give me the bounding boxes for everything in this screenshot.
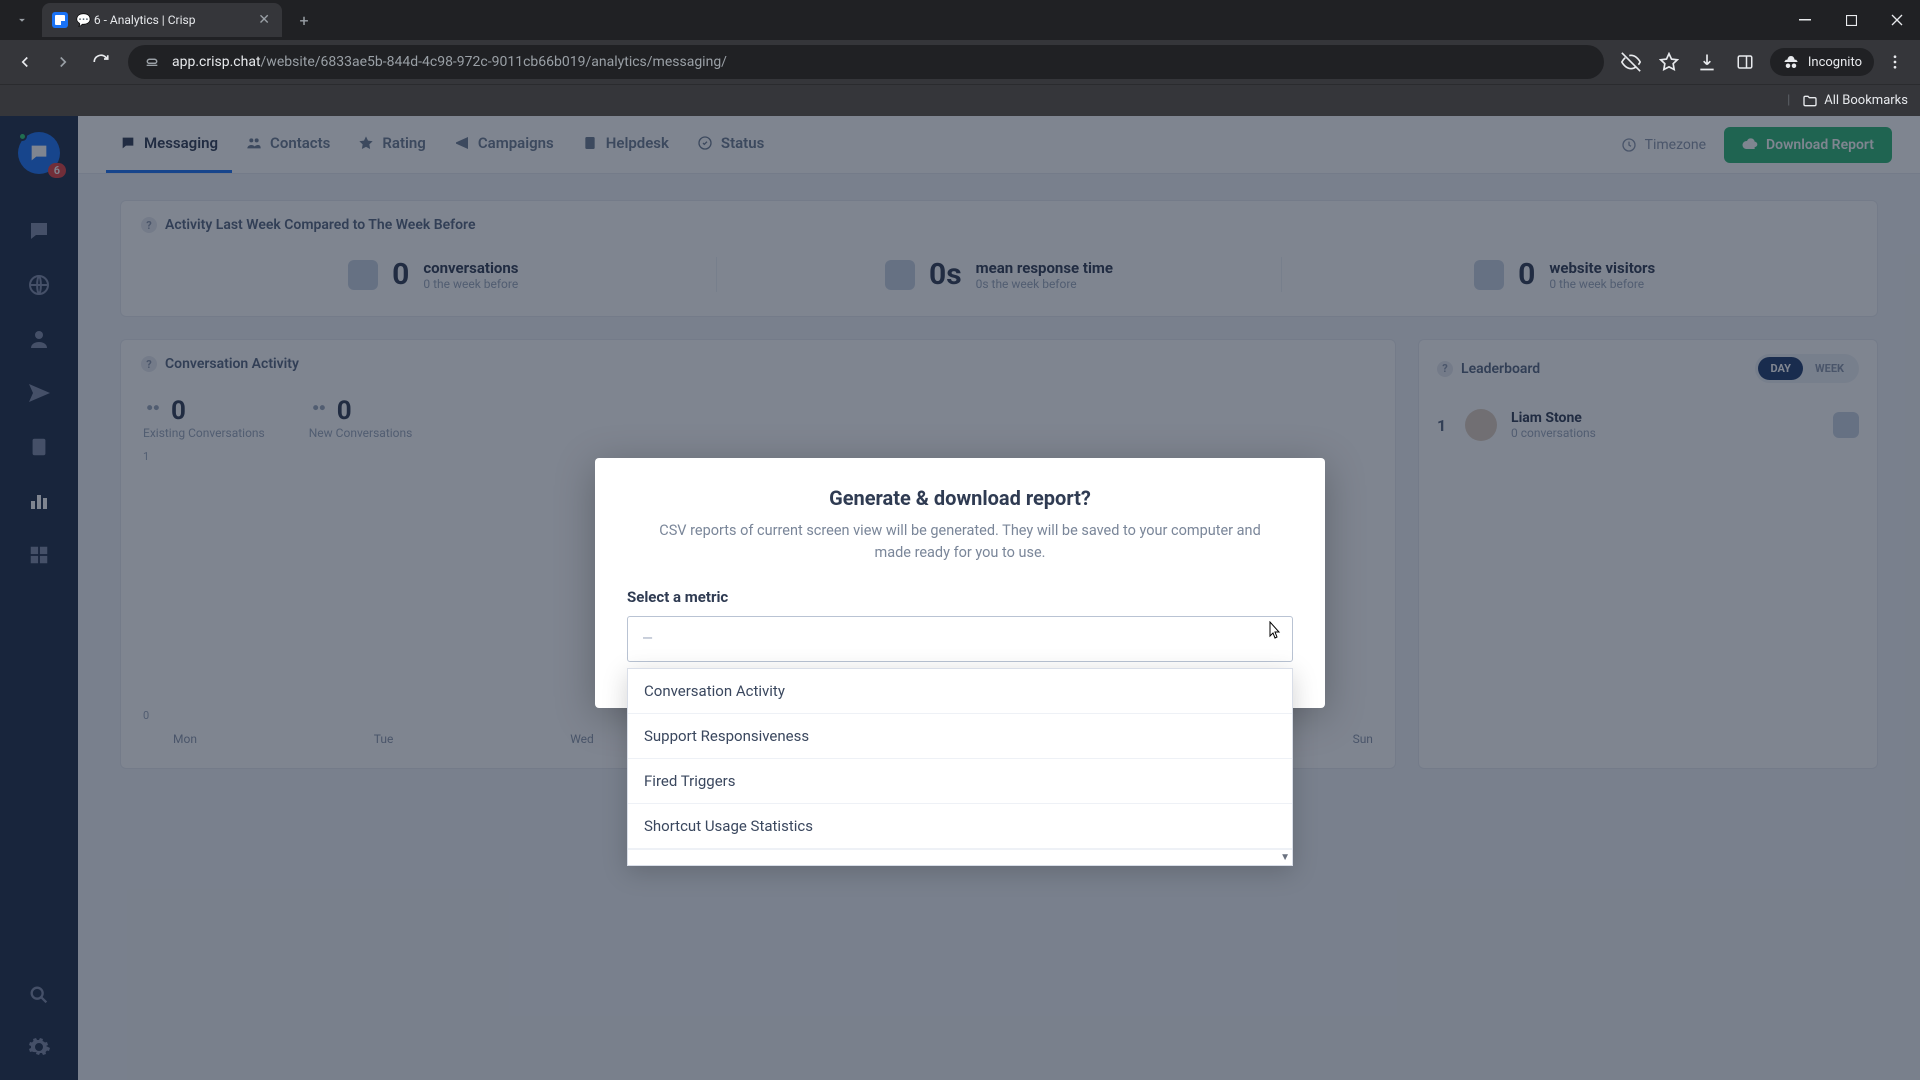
metric-option-conversation-activity[interactable]: Conversation Activity bbox=[628, 669, 1292, 714]
modal-title: Generate & download report? bbox=[627, 486, 1293, 510]
reload-button[interactable] bbox=[84, 45, 118, 79]
incognito-label: Incognito bbox=[1808, 55, 1862, 70]
metric-option-support-responsiveness[interactable]: Support Responsiveness bbox=[628, 714, 1292, 759]
sidepanel-icon[interactable] bbox=[1728, 45, 1762, 79]
folder-icon bbox=[1802, 93, 1818, 109]
browser-titlebar: 💬 6 - Analytics | Crisp ✕ + bbox=[0, 0, 1920, 40]
bookmarks-separator: | bbox=[1787, 93, 1790, 108]
metric-dropdown: Conversation Activity Support Responsive… bbox=[627, 668, 1293, 866]
browser-tab-active[interactable]: 💬 6 - Analytics | Crisp ✕ bbox=[42, 3, 282, 37]
tab-close-icon[interactable]: ✕ bbox=[256, 10, 272, 30]
metric-option-fired-triggers[interactable]: Fired Triggers bbox=[628, 759, 1292, 804]
select-placeholder: — bbox=[642, 631, 653, 647]
back-button[interactable] bbox=[8, 45, 42, 79]
kebab-menu-icon[interactable] bbox=[1878, 45, 1912, 79]
tab-search-dropdown[interactable] bbox=[8, 6, 36, 34]
metric-select[interactable]: — bbox=[627, 616, 1293, 662]
url-path: /website/6833ae5b-844d-4c98-972c-9011cb6… bbox=[261, 54, 727, 70]
bookmarks-bar: | All Bookmarks bbox=[0, 84, 1920, 116]
window-minimize[interactable] bbox=[1782, 0, 1828, 40]
incognito-indicator[interactable]: Incognito bbox=[1770, 48, 1874, 76]
incognito-icon bbox=[1782, 53, 1800, 71]
all-bookmarks-button[interactable]: All Bookmarks bbox=[1802, 93, 1908, 109]
new-tab-button[interactable]: + bbox=[290, 6, 318, 34]
forward-button[interactable] bbox=[46, 45, 80, 79]
metric-option-shortcut-usage[interactable]: Shortcut Usage Statistics bbox=[628, 804, 1292, 849]
modal-description: CSV reports of current screen view will … bbox=[627, 520, 1293, 564]
window-maximize[interactable] bbox=[1828, 0, 1874, 40]
browser-toolbar: app.crisp.chat/website/6833ae5b-844d-4c9… bbox=[0, 40, 1920, 84]
dropdown-scroll-down-arrow[interactable]: ▼ bbox=[628, 849, 1292, 865]
select-metric-label: Select a metric bbox=[627, 588, 1293, 606]
eye-off-icon[interactable] bbox=[1614, 45, 1648, 79]
bookmark-star-icon[interactable] bbox=[1652, 45, 1686, 79]
downloads-icon[interactable] bbox=[1690, 45, 1724, 79]
address-bar[interactable]: app.crisp.chat/website/6833ae5b-844d-4c9… bbox=[128, 45, 1604, 79]
crisp-favicon bbox=[52, 12, 68, 28]
url-host: app.crisp.chat bbox=[172, 54, 261, 70]
tab-title: 💬 6 - Analytics | Crisp bbox=[76, 13, 195, 27]
window-close[interactable] bbox=[1874, 0, 1920, 40]
site-info-icon[interactable] bbox=[142, 52, 162, 72]
